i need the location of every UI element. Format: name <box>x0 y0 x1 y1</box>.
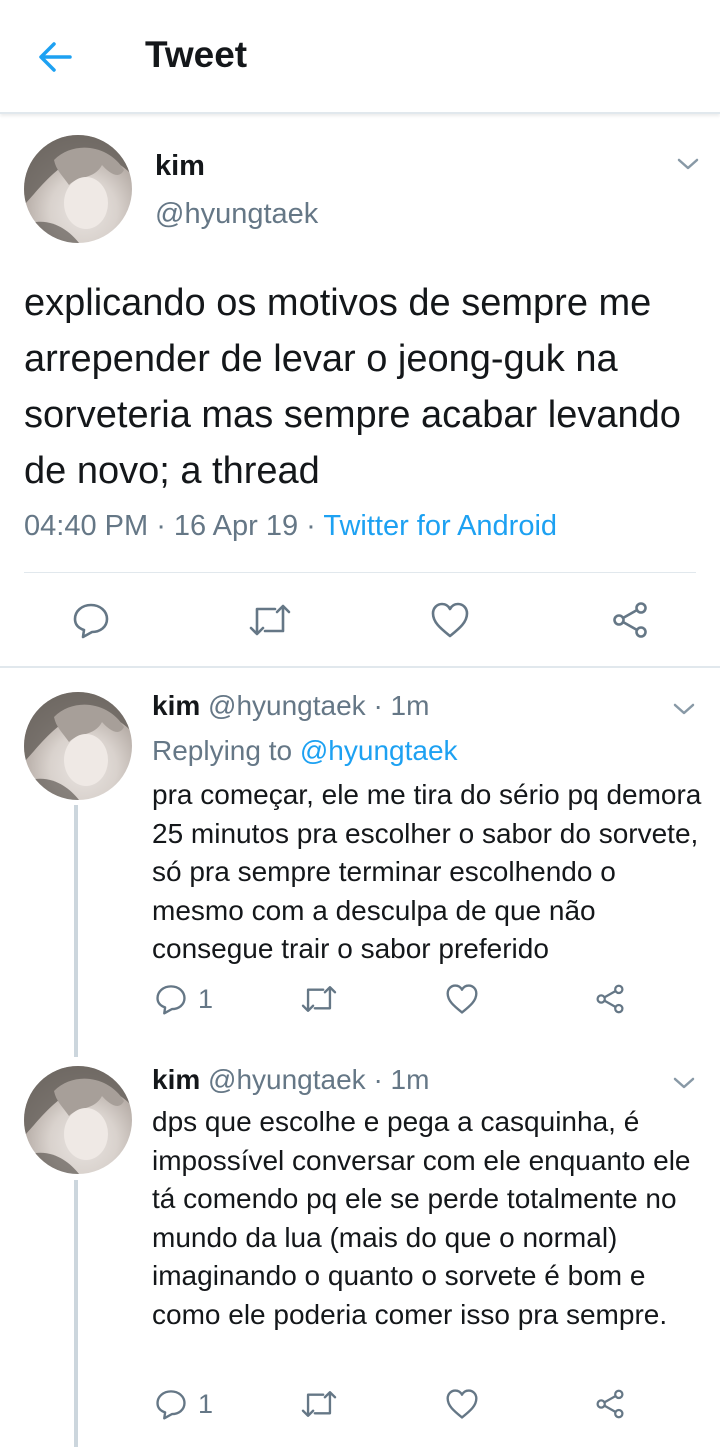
heart-icon <box>431 602 469 638</box>
reply-icon <box>156 1390 186 1420</box>
replying-to: Replying to @hyungtaek <box>152 735 458 767</box>
reply-icon <box>73 603 109 639</box>
reply-count: 1 <box>198 983 214 1014</box>
share-icon <box>596 1389 624 1419</box>
arrow-left-icon <box>39 42 72 72</box>
author-name[interactable]: kim <box>152 1064 200 1095</box>
chevron-down-icon[interactable] <box>672 1074 696 1092</box>
replying-to-label: Replying to <box>152 735 300 766</box>
tweet-source-link[interactable]: Twitter for Android <box>323 510 557 542</box>
author-name[interactable]: kim <box>155 150 205 183</box>
share-button[interactable] <box>594 1388 626 1420</box>
author-name[interactable]: kim <box>152 690 200 721</box>
share-button[interactable] <box>594 983 626 1015</box>
thread-connector <box>74 1180 78 1447</box>
separator: · <box>298 510 324 542</box>
retweet-icon <box>249 604 291 636</box>
reply-text: pra começar, ele me tira do sério pq dem… <box>152 779 702 964</box>
chevron-down-icon[interactable] <box>672 700 696 718</box>
chevron-down-icon[interactable] <box>676 155 700 173</box>
reply-time: · 1m <box>365 1064 430 1095</box>
divider <box>24 572 696 573</box>
reply-button[interactable] <box>72 601 110 639</box>
author-handle[interactable]: @hyungtaek <box>155 198 318 231</box>
tweet-meta: 04:40 PM · 16 Apr 19 · Twitter for Andro… <box>24 510 557 543</box>
section-divider <box>0 666 720 668</box>
retweet-icon <box>301 1391 337 1417</box>
tweet-time: 04:40 PM <box>24 510 149 542</box>
author-handle[interactable]: @hyungtaek <box>208 1064 366 1095</box>
share-icon <box>613 602 647 638</box>
retweet-button[interactable] <box>300 983 338 1015</box>
avatar[interactable] <box>24 135 132 243</box>
like-button[interactable] <box>445 983 479 1015</box>
reply-header: kim @hyungtaek · 1m <box>152 1064 429 1096</box>
tweet-date: 16 Apr 19 <box>173 510 299 542</box>
retweet-button[interactable] <box>248 601 292 639</box>
reply-text: dps que escolhe e pega a casquinha, é im… <box>152 1106 691 1330</box>
share-button[interactable] <box>610 601 650 639</box>
thread-connector <box>74 805 78 1057</box>
reply-time: · 1m <box>365 690 430 721</box>
share-icon <box>596 984 624 1014</box>
reply-count: 1 <box>198 1388 214 1419</box>
retweet-button[interactable] <box>300 1388 338 1420</box>
separator: · <box>148 510 174 542</box>
page-title: Tweet <box>145 34 248 75</box>
heart-icon <box>446 984 478 1014</box>
reply-icon <box>156 985 186 1015</box>
retweet-icon <box>301 986 337 1012</box>
tweet-text: explicando os motivos de sempre me arrep… <box>24 282 681 492</box>
avatar[interactable] <box>24 692 132 800</box>
reply-button[interactable]: 1 <box>154 983 213 1015</box>
back-button[interactable] <box>30 32 80 82</box>
heart-icon <box>446 1389 478 1419</box>
app-bar: Tweet <box>0 0 720 114</box>
author-handle[interactable]: @hyungtaek <box>208 690 366 721</box>
reply-button[interactable]: 1 <box>154 1388 213 1420</box>
reply-header: kim @hyungtaek · 1m <box>152 690 429 722</box>
replying-to-handle[interactable]: @hyungtaek <box>300 735 458 766</box>
avatar[interactable] <box>24 1066 132 1174</box>
like-button[interactable] <box>445 1388 479 1420</box>
like-button[interactable] <box>430 601 470 639</box>
